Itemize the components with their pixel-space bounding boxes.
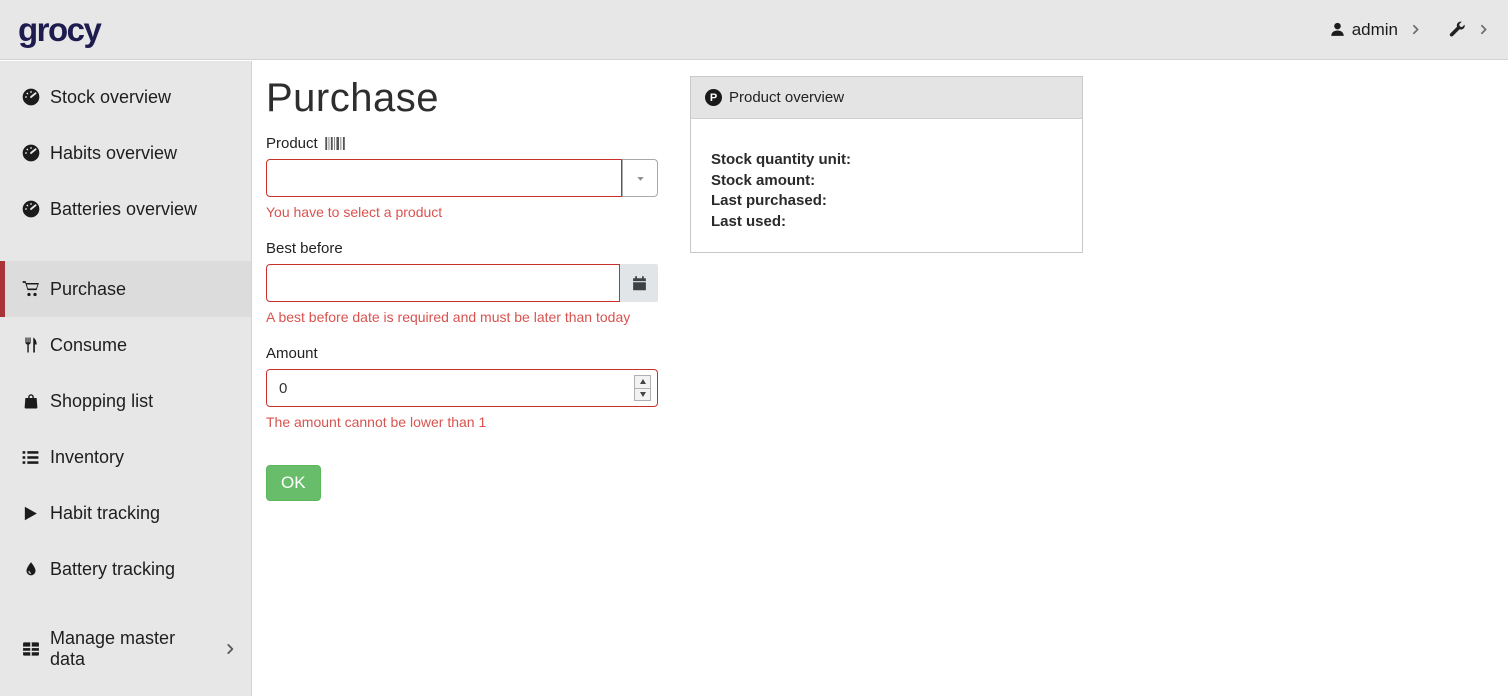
- sidebar-item-label: Consume: [50, 335, 127, 356]
- product-overview-body: Stock quantity unit: Stock amount: Last …: [691, 119, 1082, 252]
- amount-input[interactable]: [266, 369, 658, 407]
- sidebar-item-label: Battery tracking: [50, 559, 175, 580]
- stepper-down-icon[interactable]: [635, 388, 650, 401]
- product-select-input[interactable]: [266, 159, 622, 197]
- product-overview-title: Product overview: [729, 89, 844, 106]
- product-select-toggle[interactable]: [622, 159, 658, 197]
- chevron-right-icon: [223, 642, 237, 656]
- best-before-field-group: Best before A best before date is requir…: [266, 238, 658, 327]
- last-purchased-label: Last purchased:: [711, 191, 1062, 212]
- sidebar-item-inventory[interactable]: Inventory: [0, 429, 251, 485]
- best-before-input[interactable]: [266, 264, 620, 302]
- page-title: Purchase: [266, 76, 658, 120]
- product-field-group: Product You have to select a product: [266, 133, 658, 222]
- product-circle-icon: P: [705, 89, 722, 106]
- amount-stepper[interactable]: [634, 375, 651, 401]
- main-content: Purchase Product You have to select a pr…: [253, 61, 1508, 696]
- sidebar-item-label: Purchase: [50, 279, 126, 300]
- sidebar: Stock overview Habits overview Batteries…: [0, 61, 252, 696]
- stepper-up-icon[interactable]: [635, 376, 650, 388]
- amount-field-group: Amount The amount cannot be lower than 1: [266, 343, 658, 432]
- product-error: You have to select a product: [266, 203, 658, 222]
- sidebar-item-stock-overview[interactable]: Stock overview: [0, 69, 251, 125]
- stock-amount-label: Stock amount:: [711, 171, 1062, 192]
- best-before-label: Best before: [266, 238, 658, 259]
- sidebar-group-master-data: Manage master data: [0, 621, 251, 677]
- amount-error: The amount cannot be lower than 1: [266, 413, 658, 432]
- app-header: grocy admin: [0, 0, 1508, 60]
- sidebar-group-overviews: Stock overview Habits overview Batteries…: [0, 69, 251, 237]
- tachometer-icon: [20, 199, 41, 219]
- sidebar-item-manage-master-data[interactable]: Manage master data: [0, 621, 251, 677]
- tachometer-icon: [20, 143, 41, 163]
- sidebar-item-label: Stock overview: [50, 87, 171, 108]
- user-icon: [1329, 21, 1346, 38]
- sidebar-item-label: Habit tracking: [50, 503, 160, 524]
- sidebar-group-actions: Purchase Consume Shopping list Inventory…: [0, 261, 251, 597]
- product-label: Product: [266, 133, 658, 154]
- sidebar-item-label: Habits overview: [50, 143, 177, 164]
- sidebar-item-label: Manage master data: [50, 628, 214, 670]
- stock-quantity-unit-label: Stock quantity unit:: [711, 150, 1062, 171]
- sidebar-item-shopping-list[interactable]: Shopping list: [0, 373, 251, 429]
- shopping-bag-icon: [20, 392, 41, 410]
- wrench-icon[interactable]: [1447, 20, 1466, 39]
- sidebar-item-consume[interactable]: Consume: [0, 317, 251, 373]
- settings-chevron-right-icon[interactable]: [1477, 23, 1490, 36]
- caret-down-icon: [635, 173, 646, 184]
- product-overview-header: P Product overview: [691, 77, 1082, 119]
- calendar-button[interactable]: [620, 264, 658, 302]
- table-icon: [20, 639, 41, 659]
- best-before-error: A best before date is required and must …: [266, 308, 658, 327]
- sidebar-item-battery-tracking[interactable]: Battery tracking: [0, 541, 251, 597]
- last-used-label: Last used:: [711, 212, 1062, 233]
- sidebar-item-habits-overview[interactable]: Habits overview: [0, 125, 251, 181]
- calendar-icon: [631, 275, 648, 292]
- product-overview-card: P Product overview Stock quantity unit: …: [690, 76, 1083, 253]
- app-logo[interactable]: grocy: [18, 11, 100, 49]
- purchase-form: Purchase Product You have to select a pr…: [266, 76, 658, 501]
- sidebar-item-label: Shopping list: [50, 391, 153, 412]
- shopping-cart-icon: [20, 279, 41, 299]
- utensils-icon: [20, 336, 41, 354]
- list-icon: [20, 448, 41, 467]
- header-right: admin: [1329, 20, 1490, 40]
- play-icon: [20, 505, 41, 522]
- sidebar-item-batteries-overview[interactable]: Batteries overview: [0, 181, 251, 237]
- sidebar-item-label: Inventory: [50, 447, 124, 468]
- droplet-icon: [20, 560, 41, 578]
- amount-label: Amount: [266, 343, 658, 364]
- barcode-icon: [325, 137, 346, 150]
- sidebar-item-purchase[interactable]: Purchase: [0, 261, 251, 317]
- user-name: admin: [1352, 20, 1398, 40]
- sidebar-item-habit-tracking[interactable]: Habit tracking: [0, 485, 251, 541]
- user-menu-chevron-right-icon[interactable]: [1409, 23, 1422, 36]
- user-menu[interactable]: admin: [1329, 20, 1398, 40]
- ok-button[interactable]: OK: [266, 465, 321, 501]
- sidebar-item-label: Batteries overview: [50, 199, 197, 220]
- tachometer-icon: [20, 87, 41, 107]
